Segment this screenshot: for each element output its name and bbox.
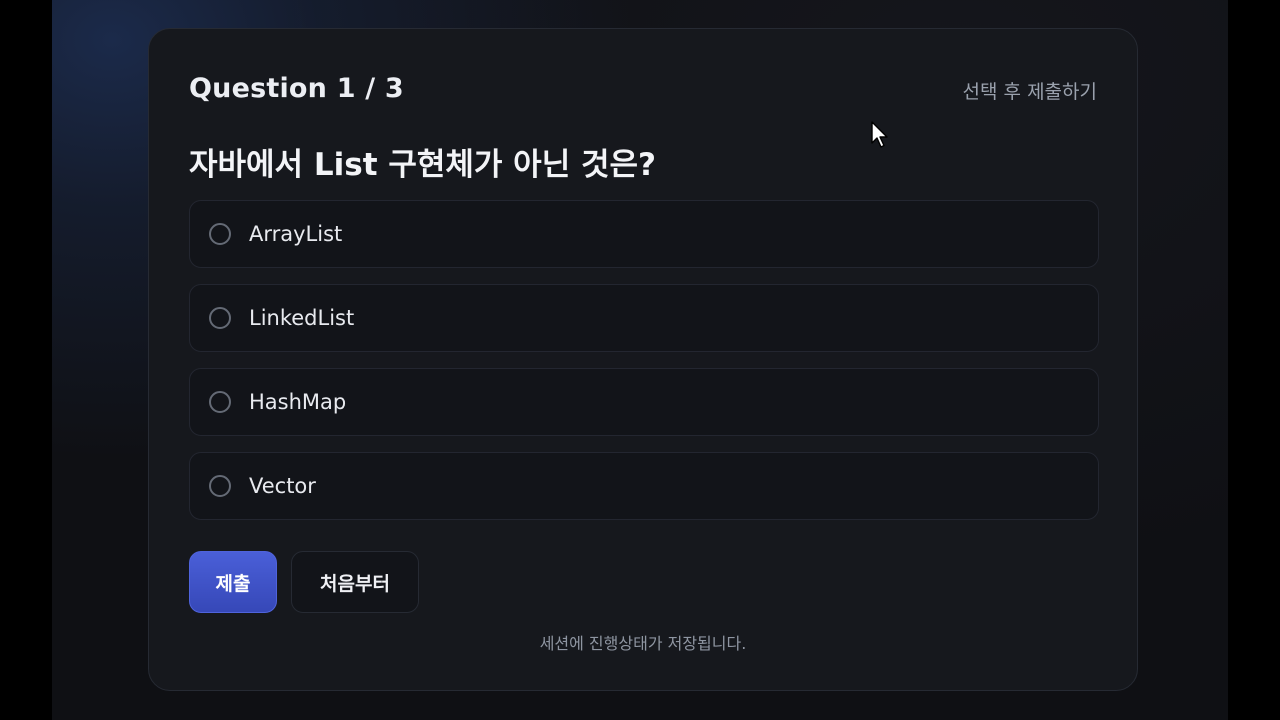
option-label: HashMap — [249, 390, 347, 414]
submit-button[interactable]: 제출 — [189, 551, 277, 613]
quiz-card: Question 1 / 3 선택 후 제출하기 자바에서 List 구현체가 … — [148, 28, 1138, 691]
restart-button[interactable]: 처음부터 — [291, 551, 419, 613]
question-counter: Question 1 / 3 — [189, 73, 404, 104]
answer-options: ArrayList LinkedList HashMap Vector — [189, 200, 1099, 536]
question-text: 자바에서 List 구현체가 아닌 것은? — [189, 147, 657, 183]
action-buttons: 제출 처음부터 — [189, 551, 419, 613]
option-label: ArrayList — [249, 222, 343, 246]
instruction-hint: 선택 후 제출하기 — [962, 81, 1097, 103]
option-vector[interactable]: Vector — [189, 452, 1099, 520]
option-arraylist[interactable]: ArrayList — [189, 200, 1099, 268]
option-label: LinkedList — [249, 306, 355, 330]
radio-button[interactable] — [209, 223, 231, 245]
radio-button[interactable] — [209, 475, 231, 497]
radio-button[interactable] — [209, 307, 231, 329]
mouse-pointer-icon — [871, 121, 888, 148]
option-label: Vector — [249, 474, 316, 498]
option-linkedlist[interactable]: LinkedList — [189, 284, 1099, 352]
option-hashmap[interactable]: HashMap — [189, 368, 1099, 436]
session-save-note: 세션에 진행상태가 저장됩니다. — [539, 634, 747, 653]
radio-button[interactable] — [209, 391, 231, 413]
